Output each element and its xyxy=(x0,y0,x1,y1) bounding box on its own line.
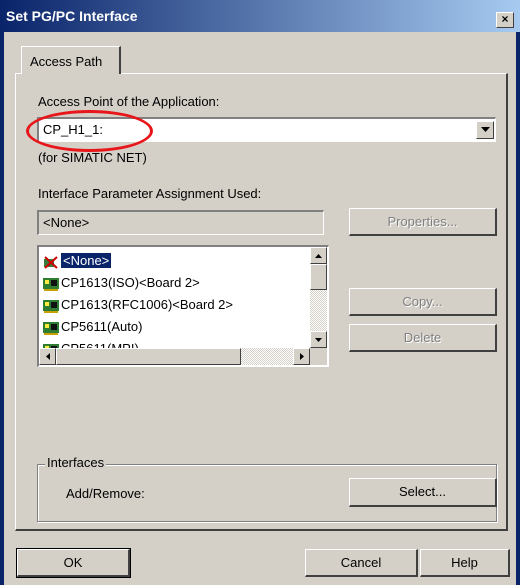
access-point-label: Access Point of the Application: xyxy=(38,94,220,109)
title-bar: Set PG/PC Interface × xyxy=(0,0,520,32)
window-border-left xyxy=(0,32,4,585)
horizontal-scroll-thumb[interactable] xyxy=(56,348,241,365)
list-item-label: <None> xyxy=(61,253,112,268)
none-icon xyxy=(43,255,59,269)
tab-label: Access Path xyxy=(30,54,103,69)
add-remove-label: Add/Remove: xyxy=(66,486,145,501)
help-button[interactable]: Help xyxy=(420,549,510,577)
select-button[interactable]: Select... xyxy=(349,478,497,507)
vertical-scroll-thumb[interactable] xyxy=(310,264,327,290)
list-item-cp1613-rfc1006[interactable]: CP1613(RFC1006)<Board 2> xyxy=(43,297,233,317)
list-item-cp5611-auto[interactable]: CP5611(Auto) xyxy=(43,319,142,339)
interface-list[interactable]: <None> CP1613(ISO)<Board 2> CP1613(RFC10… xyxy=(37,245,329,367)
close-button[interactable]: × xyxy=(496,12,514,28)
network-card-icon xyxy=(43,277,59,291)
network-card-icon xyxy=(43,321,59,335)
interfaces-legend: Interfaces xyxy=(45,455,107,470)
close-icon: × xyxy=(501,12,509,26)
ok-button[interactable]: OK xyxy=(16,548,131,578)
copy-button[interactable]: Copy... xyxy=(349,288,497,316)
arrow-down-icon xyxy=(315,338,322,342)
interface-param-label: Interface Parameter Assignment Used: xyxy=(38,186,262,201)
horizontal-scrollbar[interactable] xyxy=(39,348,310,365)
scroll-corner xyxy=(310,348,327,365)
list-item-label: CP1613(RFC1006)<Board 2> xyxy=(61,297,233,312)
arrow-left-icon xyxy=(45,353,50,360)
interface-param-field: <None> xyxy=(37,210,324,235)
list-item-label: CP1613(ISO)<Board 2> xyxy=(61,275,200,290)
arrow-up-icon xyxy=(315,254,322,258)
properties-button[interactable]: Properties... xyxy=(349,208,497,236)
list-item-label: CP5611(Auto) xyxy=(61,319,143,334)
scroll-right-button[interactable] xyxy=(293,348,310,365)
scroll-left-button[interactable] xyxy=(39,348,56,365)
window-border-right xyxy=(516,32,520,585)
tab-access-path[interactable]: Access Path xyxy=(21,46,121,74)
scroll-down-button[interactable] xyxy=(310,331,327,348)
vertical-scrollbar[interactable] xyxy=(310,247,327,348)
scroll-up-button[interactable] xyxy=(310,247,327,264)
arrow-right-icon xyxy=(299,353,304,360)
network-card-icon xyxy=(43,299,59,313)
cancel-button[interactable]: Cancel xyxy=(305,549,418,577)
delete-button[interactable]: Delete xyxy=(349,324,497,352)
dropdown-arrow-button[interactable] xyxy=(476,121,494,139)
chevron-down-icon xyxy=(480,127,490,132)
list-item-none[interactable]: <None> xyxy=(43,253,112,273)
highlight-ellipse xyxy=(26,110,153,152)
interface-param-value: <None> xyxy=(43,215,90,230)
list-item-cp1613-iso[interactable]: CP1613(ISO)<Board 2> xyxy=(43,275,200,295)
window-title: Set PG/PC Interface xyxy=(6,8,138,24)
access-point-note: (for SIMATIC NET) xyxy=(38,150,147,165)
